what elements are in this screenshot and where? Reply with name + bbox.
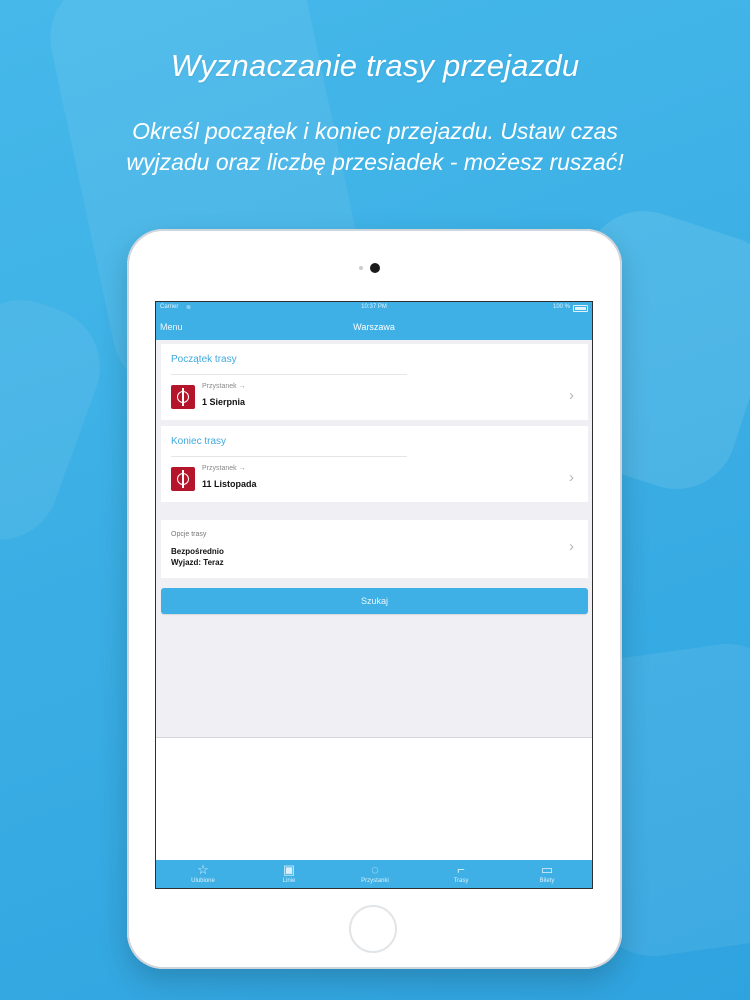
route-icon: ⌐	[457, 862, 465, 877]
app-screen: Carrier ≋ 10:37 PM 100 % Menu Warszawa P…	[155, 301, 593, 889]
promo-subline: Określ początek i koniec przejazdu. Usta…	[60, 116, 690, 178]
route-options-row[interactable]: Opcje trasy Bezpośrednio Wyjazd: Teraz ›	[161, 520, 588, 578]
battery-icon	[573, 305, 588, 312]
route-start-stop-row[interactable]: Przystanek → 1 Sierpnia ›	[161, 375, 588, 419]
route-end-stop-row[interactable]: Przystanek → 11 Listopada ›	[161, 457, 588, 501]
stop-type-label: Przystanek →	[202, 383, 246, 390]
stop-type-label: Przystanek →	[202, 465, 246, 472]
nav-title: Warszawa	[353, 322, 395, 332]
bus-icon: ▣	[282, 862, 296, 877]
stop-pin-icon	[171, 467, 195, 491]
ticket-icon: ▭	[540, 862, 554, 877]
route-start-card: Początek trasy Przystanek → 1 Sierpnia ›	[161, 344, 588, 420]
home-button[interactable]	[349, 905, 397, 953]
stop-name: 11 Listopada	[202, 479, 257, 489]
tablet-frame: Carrier ≋ 10:37 PM 100 % Menu Warszawa P…	[127, 229, 622, 969]
promo-headline: Wyznaczanie trasy przejazdu	[170, 48, 580, 83]
chevron-right-icon: ›	[569, 469, 574, 486]
route-options-departure: Wyjazd: Teraz	[171, 558, 224, 567]
chevron-right-icon: ›	[569, 538, 574, 555]
stop-pin-icon: ◌	[371, 862, 379, 877]
route-end-card: Koniec trasy Przystanek → 11 Listopada ›	[161, 426, 588, 502]
sensor-dot	[359, 266, 363, 270]
status-bar: Carrier ≋ 10:37 PM 100 %	[156, 302, 592, 313]
status-battery-level: 100 %	[552, 304, 570, 310]
status-time: 10:37 PM	[361, 304, 387, 310]
tab-label: Trasy	[453, 878, 469, 884]
stop-name: 1 Sierpnia	[202, 397, 246, 407]
tab-label: Bilety	[539, 878, 555, 884]
promo-subline-line-2: wyjzadu oraz liczbę przesiadek - możesz …	[126, 149, 624, 175]
tab-bar: ☆ Ulubione ▣ Linie ◌ Przystanki ⌐ Trasy …	[156, 860, 592, 888]
tab-label: Linie	[282, 878, 296, 884]
content-area	[156, 738, 592, 862]
background-shape	[0, 283, 117, 557]
chevron-right-icon: ›	[569, 387, 574, 404]
camera	[370, 263, 380, 273]
route-end-title: Koniec trasy	[171, 436, 227, 447]
tab-linie[interactable]: ▣ Linie	[259, 860, 319, 888]
tab-przystanki[interactable]: ◌ Przystanki	[345, 860, 405, 888]
tab-trasy[interactable]: ⌐ Trasy	[431, 860, 491, 888]
promo-subline-line-1: Określ początek i koniec przejazdu. Usta…	[132, 118, 618, 144]
tab-bilety[interactable]: ▭ Bilety	[517, 860, 577, 888]
star-icon: ☆	[197, 862, 209, 877]
tab-label: Przystanki	[361, 878, 389, 884]
search-button[interactable]: Szukaj	[161, 588, 588, 614]
route-options-transfers: Bezpośrednio	[171, 547, 224, 556]
tab-label: Ulubione	[191, 878, 215, 884]
route-start-title: Początek trasy	[171, 354, 237, 365]
navigation-bar: Carrier ≋ 10:37 PM 100 % Menu Warszawa	[156, 302, 592, 340]
route-options-label: Opcje trasy	[171, 531, 207, 538]
tab-ulubione[interactable]: ☆ Ulubione	[173, 860, 233, 888]
stop-pin-icon	[171, 385, 195, 409]
